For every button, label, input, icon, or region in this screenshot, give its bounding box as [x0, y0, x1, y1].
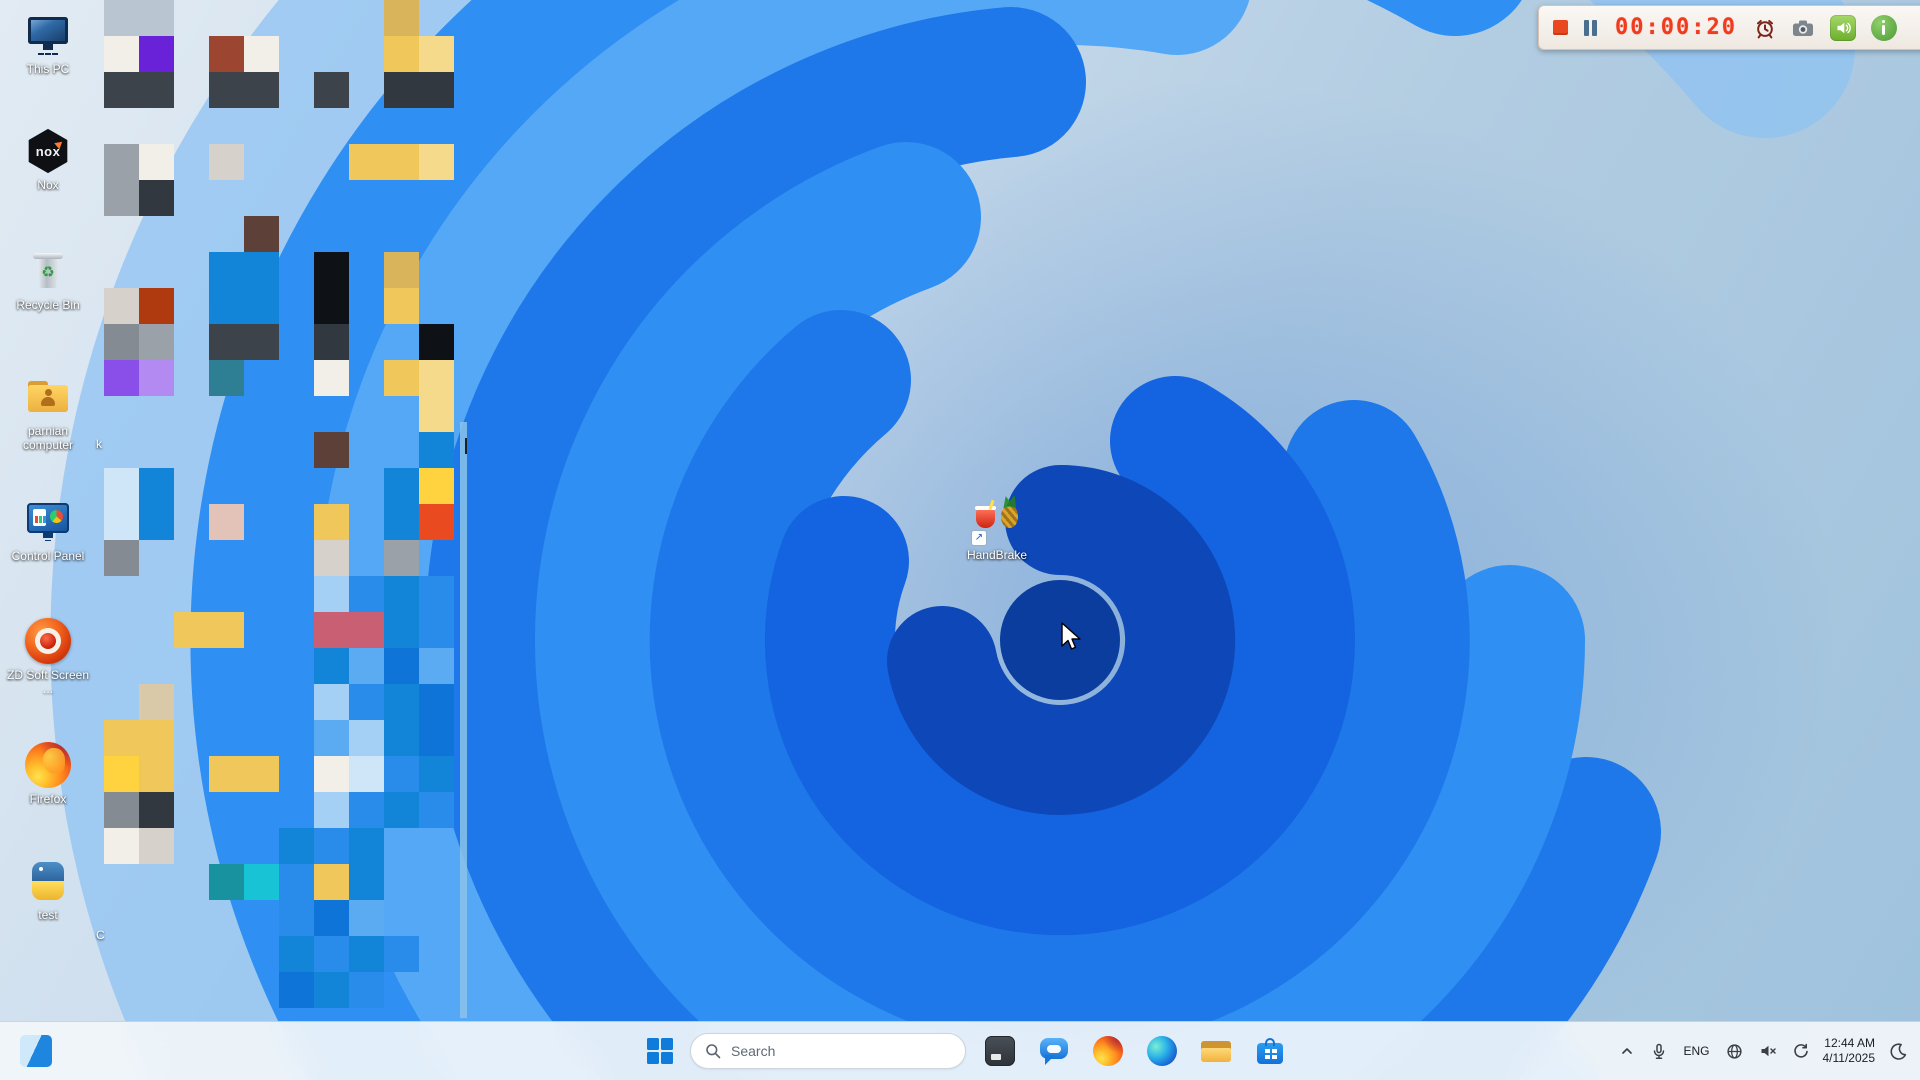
- partially-hidden-label: k: [96, 437, 102, 451]
- text-cursor-artifact: [465, 438, 467, 454]
- sync-arrows-icon: [1793, 1043, 1808, 1058]
- zd-soft-recorder-icon: [25, 618, 71, 664]
- language-code: ENG: [1683, 1044, 1710, 1058]
- taskbar-edge-button[interactable]: [1142, 1031, 1182, 1071]
- desktop-icon-label: test: [38, 908, 58, 922]
- tray-time: 12:44 AM: [1824, 1036, 1875, 1050]
- dark-window-icon: [985, 1036, 1015, 1066]
- language-indicator[interactable]: ENG: [1681, 1035, 1711, 1067]
- network-button[interactable]: [1724, 1035, 1745, 1067]
- shortcut-arrow-icon: [972, 531, 986, 545]
- chart-icon: [33, 509, 46, 526]
- desktop-icon-label: ZD Soft Screen ...: [6, 668, 90, 696]
- taskbar-clock[interactable]: 12:44 AM 4/11/2025: [1823, 1036, 1876, 1066]
- user-folder-icon: [24, 372, 72, 420]
- taskbar-app-icons: [980, 1031, 1290, 1071]
- taskbar-store-button[interactable]: [1250, 1031, 1290, 1071]
- taskbar-firefox-button[interactable]: [1088, 1031, 1128, 1071]
- recycle-symbol-icon: [24, 263, 72, 281]
- partially-hidden-label: C: [96, 928, 105, 942]
- volume-button[interactable]: [1757, 1035, 1779, 1067]
- taskbar-file-explorer-button[interactable]: [1196, 1031, 1236, 1071]
- pause-button[interactable]: [1583, 19, 1598, 36]
- info-button[interactable]: [1870, 14, 1897, 41]
- desktop-icon-label: parnian computer: [22, 424, 74, 452]
- microphone-icon: [1654, 1043, 1665, 1059]
- start-button[interactable]: [640, 1031, 680, 1071]
- edge-icon: [1147, 1036, 1177, 1066]
- system-tray: ENG 12:44 AM 4/11/2025: [1617, 1022, 1910, 1080]
- nox-logo-text: nox: [35, 143, 61, 159]
- firefox-icon: [25, 742, 71, 788]
- control-panel-icon: [24, 497, 72, 545]
- record-stop-button[interactable]: [1553, 20, 1568, 35]
- chevron-up-icon: [1622, 1048, 1633, 1054]
- desktop-icon-label: HandBrake: [966, 548, 1028, 562]
- python-eye-dot: [39, 867, 43, 871]
- windows-logo-icon: [647, 1038, 673, 1064]
- taskbar-chat-button[interactable]: [1034, 1031, 1074, 1071]
- desktop-icon-nox[interactable]: nox Nox: [0, 128, 96, 192]
- search-icon: [706, 1044, 721, 1059]
- moon-icon: [1890, 1042, 1907, 1060]
- desktop-icon-test[interactable]: test: [0, 858, 96, 922]
- desktop-icon-firefox[interactable]: Firefox: [0, 742, 96, 806]
- screen-recorder-toolbar: 00:00:20: [1538, 5, 1920, 50]
- desktop-icon-label: This PC: [26, 62, 70, 76]
- this-pc-icon: [24, 10, 72, 58]
- cocktail-icon: [975, 506, 996, 528]
- person-icon: [41, 389, 55, 407]
- folder-icon: [1201, 1040, 1231, 1066]
- recycle-bin-icon: [24, 246, 72, 294]
- desktop-icon-parnian-computer[interactable]: parnian computer: [0, 372, 96, 452]
- selection-edge-artifact: [460, 422, 467, 1018]
- desktop-icon-label: Firefox: [29, 792, 67, 806]
- speaker-muted-icon: [1761, 1045, 1776, 1057]
- store-bag-icon: [1255, 1036, 1285, 1066]
- desktop-icon-label: Control Panel: [11, 549, 85, 563]
- camera-icon[interactable]: [1791, 18, 1815, 38]
- chat-bubble-icon: [1039, 1036, 1069, 1066]
- search-box[interactable]: Search: [690, 1033, 966, 1069]
- firefox-icon: [1093, 1036, 1123, 1066]
- desktop-icon-handbrake[interactable]: HandBrake: [949, 496, 1045, 562]
- globe-icon: [1726, 1043, 1742, 1059]
- microphone-indicator[interactable]: [1649, 1035, 1669, 1067]
- handbrake-icon: [972, 496, 1021, 545]
- tray-overflow-button[interactable]: [1617, 1035, 1637, 1067]
- speaker-button[interactable]: [1829, 14, 1856, 41]
- recording-timer: 00:00:20: [1615, 15, 1737, 40]
- desktop-icon-recycle-bin[interactable]: Recycle Bin: [0, 246, 96, 312]
- pineapple-icon: [1001, 505, 1018, 528]
- pie-icon: [50, 510, 63, 523]
- desktop-icon-control-panel[interactable]: Control Panel: [0, 497, 96, 563]
- taskbar-recorder-app-button[interactable]: [980, 1031, 1020, 1071]
- desktop-icon-zd-soft[interactable]: ZD Soft Screen ...: [0, 618, 96, 696]
- update-status-button[interactable]: [1791, 1035, 1811, 1067]
- night-mode-button[interactable]: [1887, 1035, 1910, 1067]
- taskbar: Search ENG 12:44 AM 4/11/2025: [0, 1021, 1920, 1080]
- taskbar-center-group: Search: [640, 1022, 1290, 1080]
- tray-date: 4/11/2025: [1822, 1051, 1876, 1065]
- desktop-icon-this-pc[interactable]: This PC: [0, 10, 96, 76]
- taskbar-pinned-app-icon[interactable]: [20, 1035, 52, 1067]
- python-file-icon: [25, 858, 71, 904]
- mouse-cursor: [1061, 622, 1081, 650]
- nox-icon: nox: [28, 128, 68, 174]
- desktop-icon-label: Recycle Bin: [16, 298, 80, 312]
- desktop-icon-label: Nox: [37, 178, 59, 192]
- search-placeholder-text: Search: [731, 1043, 776, 1059]
- alarm-clock-icon[interactable]: [1754, 17, 1776, 39]
- desktop: This PC nox Nox Recycle Bin parnian comp…: [0, 0, 1920, 1080]
